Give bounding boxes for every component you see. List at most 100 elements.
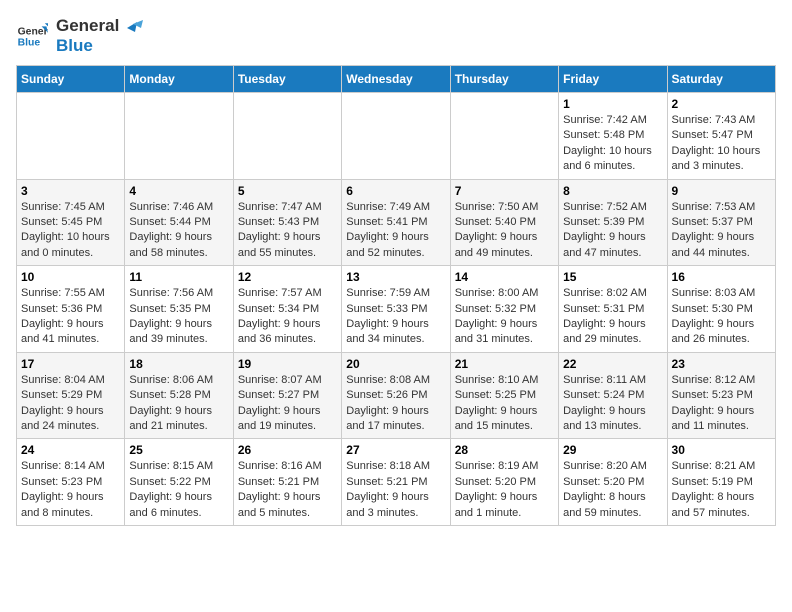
day-cell: 9 Sunrise: 7:53 AM Sunset: 5:37 PM Daylig… (667, 179, 775, 266)
logo-icon: General Blue (16, 20, 48, 52)
day-info: Sunrise: 8:02 AM Sunset: 5:31 PM Dayligh… (563, 286, 662, 348)
col-header-thursday: Thursday (450, 66, 558, 93)
day-number: 20 (346, 357, 445, 371)
day-info: Sunrise: 8:21 AM Sunset: 5:19 PM Dayligh… (672, 459, 771, 521)
day-info: Sunrise: 8:12 AM Sunset: 5:23 PM Dayligh… (672, 373, 771, 435)
day-info: Sunrise: 8:00 AM Sunset: 5:32 PM Dayligh… (455, 286, 554, 348)
day-cell: 29 Sunrise: 8:20 AM Sunset: 5:20 PM Dayli… (559, 439, 667, 526)
day-info: Sunrise: 8:03 AM Sunset: 5:30 PM Dayligh… (672, 286, 771, 348)
col-header-tuesday: Tuesday (233, 66, 341, 93)
page-header: General Blue General Blue (16, 16, 776, 55)
logo-blue: Blue (56, 36, 119, 56)
day-info: Sunrise: 7:43 AM Sunset: 5:47 PM Dayligh… (672, 113, 771, 175)
day-cell: 17 Sunrise: 8:04 AM Sunset: 5:29 PM Dayli… (17, 352, 125, 439)
day-number: 26 (238, 443, 337, 457)
day-info: Sunrise: 8:04 AM Sunset: 5:29 PM Dayligh… (21, 373, 120, 435)
day-cell: 14 Sunrise: 8:00 AM Sunset: 5:32 PM Dayli… (450, 266, 558, 353)
day-info: Sunrise: 8:07 AM Sunset: 5:27 PM Dayligh… (238, 373, 337, 435)
day-info: Sunrise: 8:11 AM Sunset: 5:24 PM Dayligh… (563, 373, 662, 435)
day-info: Sunrise: 7:47 AM Sunset: 5:43 PM Dayligh… (238, 200, 337, 262)
day-info: Sunrise: 8:10 AM Sunset: 5:25 PM Dayligh… (455, 373, 554, 435)
logo-bird-icon (113, 18, 143, 46)
day-cell: 8 Sunrise: 7:52 AM Sunset: 5:39 PM Daylig… (559, 179, 667, 266)
col-header-friday: Friday (559, 66, 667, 93)
day-number: 15 (563, 270, 662, 284)
day-number: 25 (129, 443, 228, 457)
day-info: Sunrise: 7:57 AM Sunset: 5:34 PM Dayligh… (238, 286, 337, 348)
day-cell: 20 Sunrise: 8:08 AM Sunset: 5:26 PM Dayli… (342, 352, 450, 439)
day-info: Sunrise: 7:55 AM Sunset: 5:36 PM Dayligh… (21, 286, 120, 348)
day-info: Sunrise: 8:19 AM Sunset: 5:20 PM Dayligh… (455, 459, 554, 521)
day-cell: 27Sunrise: 8:18 AM Sunset: 5:21 PM Dayli… (342, 439, 450, 526)
day-number: 9 (672, 184, 771, 198)
day-info: Sunrise: 7:42 AM Sunset: 5:48 PM Dayligh… (563, 113, 662, 175)
day-number: 30 (672, 443, 771, 457)
day-number: 11 (129, 270, 228, 284)
day-number: 10 (21, 270, 120, 284)
day-cell: 28Sunrise: 8:19 AM Sunset: 5:20 PM Dayli… (450, 439, 558, 526)
day-cell: 18Sunrise: 8:06 AM Sunset: 5:28 PM Dayli… (125, 352, 233, 439)
day-info: Sunrise: 8:16 AM Sunset: 5:21 PM Dayligh… (238, 459, 337, 521)
day-cell: 26 Sunrise: 8:16 AM Sunset: 5:21 PM Dayli… (233, 439, 341, 526)
day-cell: 30 Sunrise: 8:21 AM Sunset: 5:19 PM Dayli… (667, 439, 775, 526)
col-header-wednesday: Wednesday (342, 66, 450, 93)
calendar-table: SundayMondayTuesdayWednesdayThursdayFrid… (16, 65, 776, 526)
day-cell: 22Sunrise: 8:11 AM Sunset: 5:24 PM Dayli… (559, 352, 667, 439)
day-info: Sunrise: 7:52 AM Sunset: 5:39 PM Dayligh… (563, 200, 662, 262)
day-cell: 19 Sunrise: 8:07 AM Sunset: 5:27 PM Dayli… (233, 352, 341, 439)
day-cell: 21 Sunrise: 8:10 AM Sunset: 5:25 PM Dayli… (450, 352, 558, 439)
day-cell: 13Sunrise: 7:59 AM Sunset: 5:33 PM Dayli… (342, 266, 450, 353)
col-header-saturday: Saturday (667, 66, 775, 93)
day-number: 3 (21, 184, 120, 198)
week-row-1: 1 Sunrise: 7:42 AM Sunset: 5:48 PM Daylig… (17, 93, 776, 180)
day-cell: 5 Sunrise: 7:47 AM Sunset: 5:43 PM Daylig… (233, 179, 341, 266)
day-number: 23 (672, 357, 771, 371)
day-cell (342, 93, 450, 180)
week-row-4: 17 Sunrise: 8:04 AM Sunset: 5:29 PM Dayli… (17, 352, 776, 439)
week-row-2: 3 Sunrise: 7:45 AM Sunset: 5:45 PM Daylig… (17, 179, 776, 266)
day-info: Sunrise: 8:18 AM Sunset: 5:21 PM Dayligh… (346, 459, 445, 521)
day-info: Sunrise: 7:49 AM Sunset: 5:41 PM Dayligh… (346, 200, 445, 262)
day-cell: 11 Sunrise: 7:56 AM Sunset: 5:35 PM Dayli… (125, 266, 233, 353)
day-cell (233, 93, 341, 180)
day-number: 5 (238, 184, 337, 198)
day-cell: 7Sunrise: 7:50 AM Sunset: 5:40 PM Daylig… (450, 179, 558, 266)
day-cell: 15 Sunrise: 8:02 AM Sunset: 5:31 PM Dayli… (559, 266, 667, 353)
calendar-header: SundayMondayTuesdayWednesdayThursdayFrid… (17, 66, 776, 93)
day-cell: 16 Sunrise: 8:03 AM Sunset: 5:30 PM Dayli… (667, 266, 775, 353)
day-number: 19 (238, 357, 337, 371)
day-number: 18 (129, 357, 228, 371)
day-cell: 2 Sunrise: 7:43 AM Sunset: 5:47 PM Daylig… (667, 93, 775, 180)
day-info: Sunrise: 8:20 AM Sunset: 5:20 PM Dayligh… (563, 459, 662, 521)
day-cell: 3 Sunrise: 7:45 AM Sunset: 5:45 PM Daylig… (17, 179, 125, 266)
day-number: 7 (455, 184, 554, 198)
svg-text:Blue: Blue (18, 37, 41, 48)
day-number: 16 (672, 270, 771, 284)
day-info: Sunrise: 8:08 AM Sunset: 5:26 PM Dayligh… (346, 373, 445, 435)
day-cell: 12 Sunrise: 7:57 AM Sunset: 5:34 PM Dayli… (233, 266, 341, 353)
day-cell: 4Sunrise: 7:46 AM Sunset: 5:44 PM Daylig… (125, 179, 233, 266)
day-number: 12 (238, 270, 337, 284)
day-cell: 24Sunrise: 8:14 AM Sunset: 5:23 PM Dayli… (17, 439, 125, 526)
logo-general: General (56, 16, 119, 36)
day-number: 21 (455, 357, 554, 371)
day-cell (17, 93, 125, 180)
day-cell: 25 Sunrise: 8:15 AM Sunset: 5:22 PM Dayli… (125, 439, 233, 526)
day-number: 17 (21, 357, 120, 371)
day-info: Sunrise: 7:45 AM Sunset: 5:45 PM Dayligh… (21, 200, 120, 262)
day-number: 13 (346, 270, 445, 284)
day-info: Sunrise: 8:15 AM Sunset: 5:22 PM Dayligh… (129, 459, 228, 521)
day-number: 8 (563, 184, 662, 198)
day-cell: 23 Sunrise: 8:12 AM Sunset: 5:23 PM Dayli… (667, 352, 775, 439)
day-info: Sunrise: 7:46 AM Sunset: 5:44 PM Dayligh… (129, 200, 228, 262)
day-info: Sunrise: 7:56 AM Sunset: 5:35 PM Dayligh… (129, 286, 228, 348)
day-info: Sunrise: 7:53 AM Sunset: 5:37 PM Dayligh… (672, 200, 771, 262)
day-number: 1 (563, 97, 662, 111)
day-cell: 1 Sunrise: 7:42 AM Sunset: 5:48 PM Daylig… (559, 93, 667, 180)
day-number: 29 (563, 443, 662, 457)
day-number: 6 (346, 184, 445, 198)
day-number: 14 (455, 270, 554, 284)
day-cell (125, 93, 233, 180)
col-header-monday: Monday (125, 66, 233, 93)
day-number: 2 (672, 97, 771, 111)
